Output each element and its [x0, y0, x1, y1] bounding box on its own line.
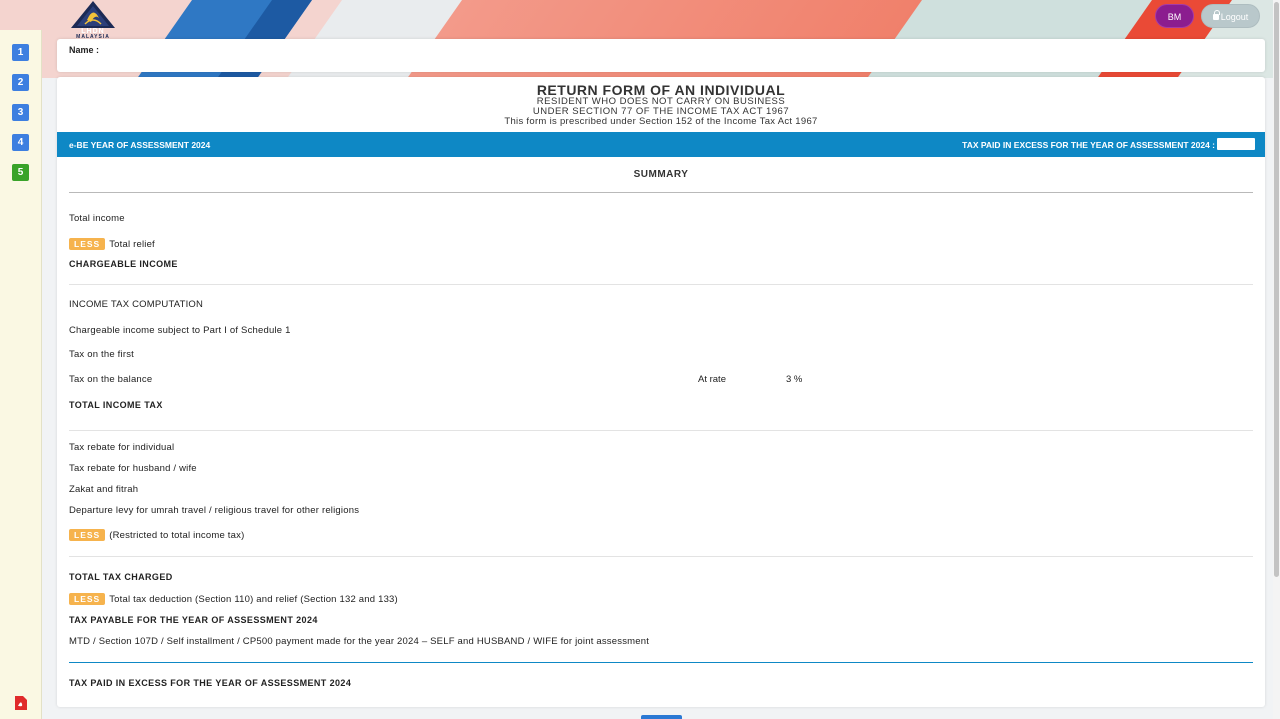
name-label: Name :: [69, 45, 100, 55]
step-sidebar: 1 2 3 4 5: [0, 30, 42, 719]
less-badge: LESS: [69, 593, 106, 605]
form-title-block: RETURN FORM OF AN INDIVIDUAL RESIDENT WH…: [57, 83, 1265, 127]
less-badge: LESS: [69, 529, 106, 541]
assessment-bar: e-BE YEAR OF ASSESSMENT 2024 TAX PAID IN…: [57, 132, 1265, 157]
scrollbar[interactable]: [1273, 0, 1280, 719]
step-5-button[interactable]: 5: [12, 164, 29, 181]
tax-excess-header-value: [1217, 138, 1255, 150]
divider: [69, 430, 1253, 431]
row-total-relief: LESS Total relief: [69, 238, 155, 250]
assessment-year-label: e-BE YEAR OF ASSESSMENT 2024: [69, 140, 211, 150]
logout-button[interactable]: Logout: [1201, 4, 1260, 28]
less-badge: LESS: [69, 238, 106, 250]
row-departure-levy: Departure levy for umrah travel / religi…: [69, 505, 360, 516]
language-button[interactable]: BM: [1155, 4, 1194, 28]
tax-excess-header-label: TAX PAID IN EXCESS FOR THE YEAR OF ASSES…: [962, 140, 1215, 150]
row-tax-deduction: LESS Total tax deduction (Section 110) an…: [69, 593, 398, 605]
row-rebate-individual: Tax rebate for individual: [69, 442, 175, 453]
step-4-button[interactable]: 4: [12, 134, 29, 151]
row-total-tax-charged: TOTAL TAX CHARGED: [69, 572, 173, 582]
divider: [69, 662, 1253, 663]
divider: [69, 192, 1253, 193]
row-chargeable-part1: Chargeable income subject to Part I of S…: [69, 325, 291, 336]
row-tax-first: Tax on the first: [69, 349, 134, 360]
divider: [69, 284, 1253, 285]
pdf-icon[interactable]: [15, 696, 27, 710]
step-1-button[interactable]: 1: [12, 44, 29, 61]
row-tax-balance: Tax on the balance: [69, 374, 153, 385]
row-restricted: LESS (Restricted to total income tax): [69, 529, 244, 541]
divider: [69, 556, 1253, 557]
row-tax-payable: TAX PAYABLE FOR THE YEAR OF ASSESSMENT 2…: [69, 615, 318, 625]
lock-icon: [1212, 10, 1220, 20]
row-total-income: Total income: [69, 213, 125, 224]
row-total-income-tax: TOTAL INCOME TAX: [69, 400, 163, 410]
rate-value: 3 %: [786, 374, 803, 385]
name-card: Name :: [57, 39, 1265, 72]
step-2-button[interactable]: 2: [12, 74, 29, 91]
row-rebate-spouse: Tax rebate for husband / wife: [69, 463, 197, 474]
row-mtd-payment: MTD / Section 107D / Self installment / …: [69, 636, 650, 647]
bottom-tab[interactable]: [641, 715, 682, 719]
scrollbar-thumb[interactable]: [1274, 2, 1279, 577]
step-3-button[interactable]: 3: [12, 104, 29, 121]
summary-card: RETURN FORM OF AN INDIVIDUAL RESIDENT WH…: [57, 77, 1265, 707]
at-rate-label: At rate: [698, 374, 726, 385]
form-note: This form is prescribed under Section 15…: [504, 116, 818, 127]
row-tax-excess: TAX PAID IN EXCESS FOR THE YEAR OF ASSES…: [69, 678, 352, 688]
row-chargeable-income: CHARGEABLE INCOME: [69, 259, 178, 269]
row-zakat: Zakat and fitrah: [69, 484, 139, 495]
form-title: RETURN FORM OF AN INDIVIDUAL: [536, 82, 786, 98]
row-computation: INCOME TAX COMPUTATION: [69, 299, 204, 310]
section-title: SUMMARY: [633, 169, 689, 180]
